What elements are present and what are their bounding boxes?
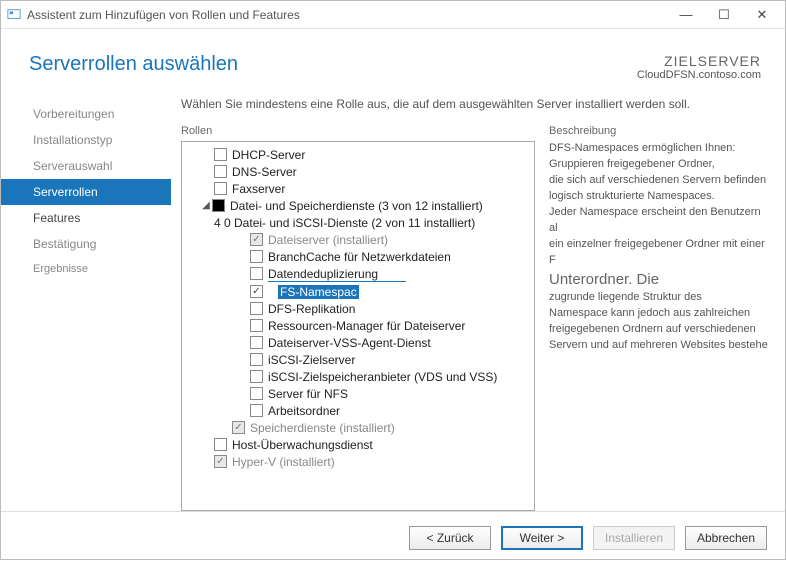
page-title: Serverrollen auswählen: [29, 53, 238, 76]
checkbox-checked-icon[interactable]: [250, 285, 263, 298]
cancel-button[interactable]: Abbrechen: [685, 526, 767, 550]
checkbox-icon[interactable]: [250, 319, 263, 332]
role-storage-services[interactable]: Speicherdienste (installiert): [188, 419, 532, 436]
role-iscsi-vds[interactable]: iSCSI-Zielspeicheranbieter (VDS und VSS): [188, 368, 532, 385]
role-fileserver[interactable]: Dateiserver (installiert): [188, 231, 532, 248]
back-button[interactable]: < Zurück: [409, 526, 491, 550]
wizard-nav: Vorbereitungen Installationstyp Serverau…: [1, 91, 171, 511]
collapse-icon[interactable]: ◢: [200, 200, 212, 211]
install-button: Installieren: [593, 526, 675, 550]
role-iscsi-target[interactable]: iSCSI-Zielserver: [188, 351, 532, 368]
nav-step-server-selection[interactable]: Serverauswahl: [1, 153, 171, 179]
highlight-underline: [268, 281, 406, 282]
role-vss-agent[interactable]: Dateiserver-VSS-Agent-Dienst: [188, 334, 532, 351]
maximize-button[interactable]: ☐: [705, 2, 743, 28]
role-fsrm[interactable]: Ressourcen-Manager für Dateiserver: [188, 317, 532, 334]
nav-step-before-you-begin[interactable]: Vorbereitungen: [1, 101, 171, 127]
instruction-text: Wählen Sie mindestens eine Rolle aus, di…: [181, 97, 769, 111]
checkbox-icon[interactable]: [250, 336, 263, 349]
next-button[interactable]: Weiter >: [501, 526, 583, 550]
app-icon: [7, 8, 21, 22]
checkbox-checked-icon: [250, 233, 263, 246]
wizard-header: Serverrollen auswählen ZIELSERVER CloudD…: [1, 29, 785, 91]
checkbox-icon[interactable]: [250, 250, 263, 263]
role-file-iscsi[interactable]: 4 0 Datei- und iSCSI-Dienste (2 von 11 i…: [188, 214, 532, 231]
description-text: DFS-Namespaces ermöglichen Ihnen: Gruppi…: [549, 141, 769, 354]
role-file-storage[interactable]: ◢Datei- und Speicherdienste (3 von 12 in…: [188, 197, 532, 214]
wizard-footer: < Zurück Weiter > Installieren Abbrechen: [1, 511, 785, 563]
checkbox-icon[interactable]: [250, 387, 263, 400]
role-nfs[interactable]: Server für NFS: [188, 385, 532, 402]
checkbox-icon[interactable]: [214, 438, 227, 451]
nav-step-features[interactable]: Features: [1, 205, 171, 231]
wizard-body: Vorbereitungen Installationstyp Serverau…: [1, 91, 785, 511]
close-button[interactable]: ✕: [743, 2, 781, 28]
window-title: Assistent zum Hinzufügen von Rollen und …: [27, 8, 667, 22]
nav-step-confirmation: Bestätigung: [1, 231, 171, 257]
target-label: ZIELSERVER: [637, 53, 761, 69]
target-server-name: CloudDFSN.contoso.com: [637, 69, 761, 81]
checkbox-icon[interactable]: [250, 404, 263, 417]
checkbox-icon[interactable]: [250, 353, 263, 366]
nav-step-install-type[interactable]: Installationstyp: [1, 127, 171, 153]
checkbox-icon[interactable]: [214, 165, 227, 178]
role-dfs-replication[interactable]: DFS-Replikation: [188, 300, 532, 317]
roles-tree[interactable]: DHCP-Server DNS-Server Faxserver ◢Datei-…: [181, 141, 535, 511]
roles-label: Rollen: [181, 125, 535, 137]
checkbox-icon[interactable]: [250, 267, 263, 280]
nav-step-results: Ergebnisse: [1, 257, 171, 281]
role-workfolders[interactable]: Arbeitsordner: [188, 402, 532, 419]
description-label: Beschreibung: [549, 125, 769, 137]
checkbox-icon[interactable]: [250, 302, 263, 315]
role-dedup[interactable]: Datendeduplizierung: [188, 265, 532, 282]
main-pane: Wählen Sie mindestens eine Rolle aus, di…: [171, 91, 775, 511]
titlebar: Assistent zum Hinzufügen von Rollen und …: [1, 1, 785, 29]
role-dfs-namespaces[interactable]: FS-Namespac: [188, 283, 532, 300]
role-dhcp[interactable]: DHCP-Server: [188, 146, 532, 163]
minimize-button[interactable]: —: [667, 2, 705, 28]
checkbox-tristate-icon[interactable]: [212, 199, 225, 212]
target-server-info: ZIELSERVER CloudDFSN.contoso.com: [637, 53, 761, 81]
checkbox-checked-icon: [214, 455, 227, 468]
role-branchcache[interactable]: BranchCache für Netzwerkdateien: [188, 248, 532, 265]
checkbox-icon[interactable]: [250, 370, 263, 383]
nav-step-server-roles[interactable]: Serverrollen: [1, 179, 171, 205]
role-host-guardian[interactable]: Host-Überwachungsdienst: [188, 436, 532, 453]
role-fax[interactable]: Faxserver: [188, 180, 532, 197]
checkbox-icon[interactable]: [214, 182, 227, 195]
checkbox-icon[interactable]: [214, 148, 227, 161]
checkbox-checked-icon: [232, 421, 245, 434]
role-dns[interactable]: DNS-Server: [188, 163, 532, 180]
role-hyperv[interactable]: Hyper-V (installiert): [188, 453, 532, 470]
